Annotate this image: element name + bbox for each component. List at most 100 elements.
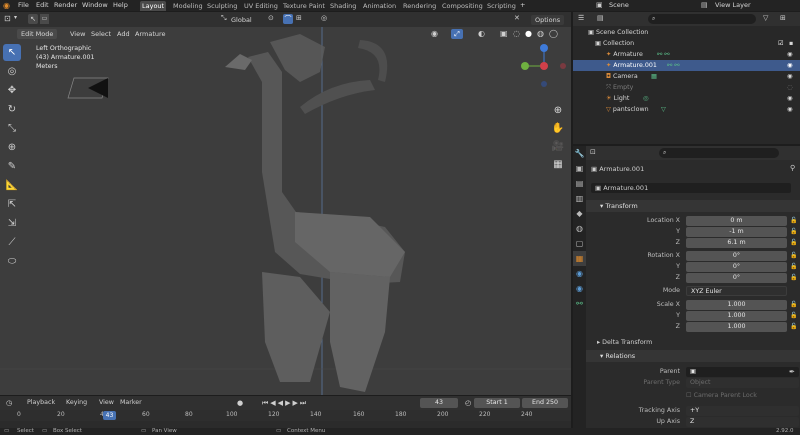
view-layer-tab-icon[interactable]: ▥ [573,191,586,206]
properties-editor-icon[interactable]: ⊡ [590,148,596,156]
visibility-icon[interactable]: ◉ [431,29,438,38]
cursor-tool-icon[interactable]: ◎ [3,63,21,80]
lock-icon[interactable]: 🔓 [790,227,797,237]
tab-animation[interactable]: Animation [361,1,398,11]
lock-icon[interactable]: 🔓 [790,300,797,310]
tab-modeling[interactable]: Modeling [171,1,205,11]
mode-selector[interactable]: Edit Mode [17,29,58,39]
hidden-eye-icon[interactable]: ◌ [787,82,793,93]
outliner-row-collection[interactable]: ▣ Collection ☑ ▪ [573,38,800,49]
current-frame-field[interactable]: 43 [420,398,458,408]
new-collection-icon[interactable]: ⊞ [780,14,786,22]
world-tab-icon[interactable]: ◍ [573,221,586,236]
modifiers-tab-icon[interactable]: ◉ [573,266,586,281]
rotation-mode-dropdown[interactable]: XYZ Euler [686,286,787,296]
snap-target-icon[interactable]: ⊞ [296,14,302,22]
rotate-tool-icon[interactable]: ↻ [3,101,21,118]
tab-rendering[interactable]: Rendering [401,1,438,11]
location-z-field[interactable]: 6.1 m [686,238,787,248]
object-tab-icon[interactable]: ▦ [573,251,586,266]
cursor-icon[interactable]: ↖ [28,14,38,24]
close-icon[interactable]: ✕ [514,14,520,22]
tool-tab-icon[interactable]: 🔧 [573,146,586,161]
scene-tab-icon[interactable]: ◆ [573,206,586,221]
visibility-eye-icon[interactable]: ◉ [787,93,793,104]
menu-window[interactable]: Window [82,1,108,10]
outliner-row-pantsclown[interactable]: ▽ pantsclown ▽ ◉ [573,104,800,115]
visibility-eye-icon[interactable]: ◉ [787,49,793,60]
select-mode-icon[interactable]: ▭ [40,14,49,24]
record-icon[interactable]: ● [237,399,243,407]
lock-icon[interactable]: 🔓 [790,238,797,248]
filter-icon[interactable]: ▽ [763,14,768,22]
tab-sculpting[interactable]: Sculpting [205,1,239,11]
bone-size-tool-icon[interactable]: ⬭ [3,253,21,270]
rotation-y-field[interactable]: 0° [686,262,787,272]
xray-icon[interactable]: ▣ [500,29,508,38]
tab-layout[interactable]: Layout [140,1,167,11]
menu-timeline-view[interactable]: View [99,396,114,410]
lock-icon[interactable]: 🔓 [790,216,797,226]
transform-orientation-selector[interactable]: Global [231,15,252,25]
output-tab-icon[interactable]: ▤ [573,176,586,191]
move-tool-icon[interactable]: ✥ [3,82,21,99]
menu-file[interactable]: File [18,1,29,10]
options-button[interactable]: Options [531,15,565,25]
rotation-z-field[interactable]: 0° [686,273,787,283]
extrude-cursor-tool-icon[interactable]: ⇲ [3,215,21,232]
start-frame-field[interactable]: Start 1 [474,398,520,408]
menu-playback[interactable]: Playback [27,396,55,410]
camera-restrict-icon[interactable]: ▪ [789,38,793,49]
lock-icon[interactable]: 🔓 [790,262,797,272]
physics-tab-icon[interactable]: ◉ [573,281,586,296]
timeline-ruler[interactable]: 0 20 40 60 80 100 120 140 160 180 200 22… [0,410,571,421]
bone-roll-tool-icon[interactable]: ⟋ [3,234,21,251]
annotate-tool-icon[interactable]: ✎ [3,158,21,175]
view-layer-selector[interactable]: View Layer [715,1,751,10]
outliner-row-camera[interactable]: ◘ Camera ▦ ◉ [573,71,800,82]
outliner-row-light[interactable]: ☀ Light ◎ ◉ [573,93,800,104]
scale-z-field[interactable]: 1.000 [686,322,787,332]
datablock-field[interactable]: ▣ Armature.001 [591,183,791,193]
outliner-row-scene-collection[interactable]: ▣ Scene Collection [573,27,800,38]
zoom-icon[interactable]: ⊕ [551,104,565,118]
tracking-axis-dropdown[interactable]: +Y [686,406,799,416]
lock-icon[interactable]: 🔓 [790,273,797,283]
tab-texture-paint[interactable]: Texture Paint [281,1,327,11]
visibility-eye-icon[interactable]: ◉ [787,104,793,115]
menu-view[interactable]: View [70,29,85,39]
navigation-gizmo[interactable] [520,42,568,90]
outliner-row-empty[interactable]: ⤧ Empty ◌ [573,82,800,93]
tab-compositing[interactable]: Compositing [440,1,485,11]
location-x-field[interactable]: 0 m [686,216,787,226]
outliner-editor-icon[interactable]: ☰ [578,14,584,22]
editor-type-icon[interactable]: ⊡ [4,14,11,23]
rotation-x-field[interactable]: 0° [686,251,787,261]
snap-icon[interactable]: ⌒ [283,14,293,24]
playhead[interactable]: 43 [103,411,116,420]
menu-render[interactable]: Render [54,1,77,10]
render-tab-icon[interactable]: ▣ [573,161,586,176]
menu-armature[interactable]: Armature [135,29,166,39]
blender-logo-icon[interactable]: ◉ [3,1,12,10]
parent-type-dropdown[interactable]: Object [686,378,799,388]
menu-edit[interactable]: Edit [36,1,49,10]
extrude-tool-icon[interactable]: ⇱ [3,196,21,213]
properties-search[interactable]: ⌕ [659,148,779,158]
display-mode-icon[interactable]: ▤ [597,14,604,22]
measure-tool-icon[interactable]: 📐 [3,177,21,194]
wireframe-shading-icon[interactable]: ◌ [513,29,520,38]
add-workspace-button[interactable]: + [520,1,525,10]
up-axis-dropdown[interactable]: Z [686,417,799,427]
pin-icon[interactable]: ⚲ [790,164,795,172]
collection-tab-icon[interactable]: ▢ [573,236,586,251]
end-frame-field[interactable]: End 250 [522,398,568,408]
menu-select[interactable]: Select [91,29,111,39]
scale-tool-icon[interactable]: ⤡ [3,120,21,137]
outliner-search[interactable]: ⌕ [648,14,756,24]
rendered-shading-icon[interactable]: ◯ [549,29,558,38]
menu-marker[interactable]: Marker [120,396,142,410]
scale-x-field[interactable]: 1.000 [686,300,787,310]
transform-panel-header[interactable]: ▾ Transform [586,200,800,212]
grid-view-icon[interactable]: ▦ [551,158,565,172]
